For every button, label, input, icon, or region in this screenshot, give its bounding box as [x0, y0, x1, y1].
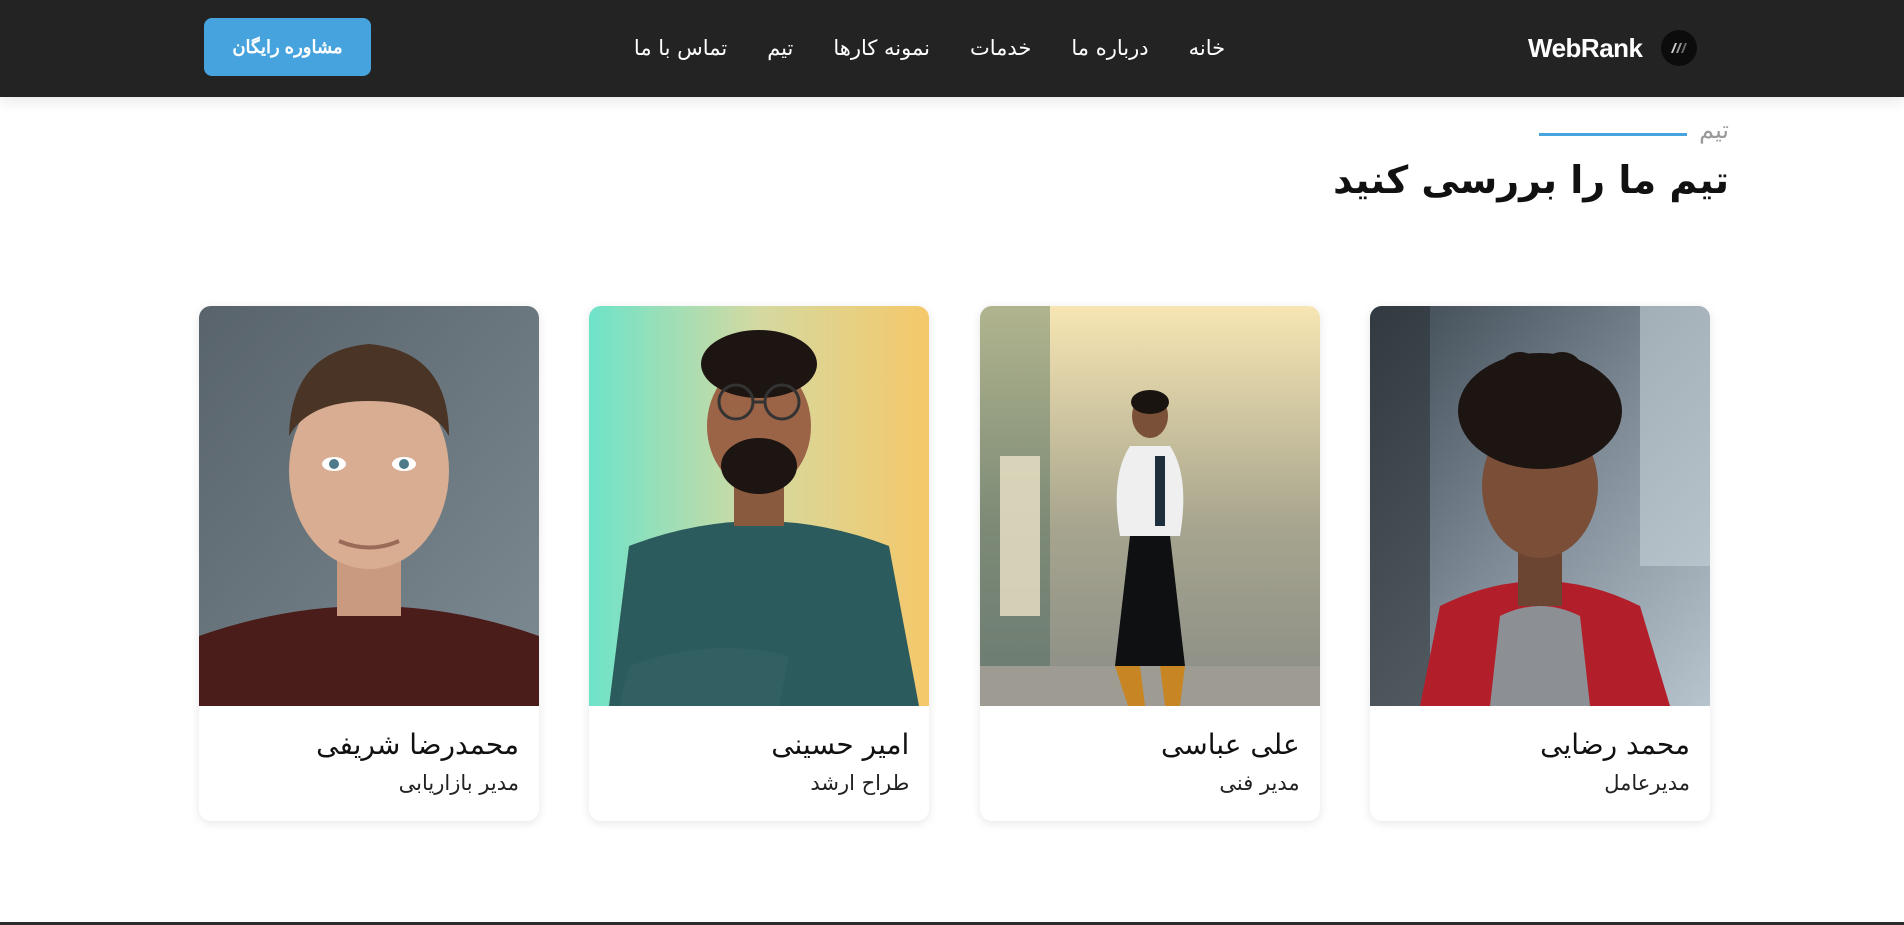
- team-card[interactable]: محمدرضا شریفی مدیر بازاریابی: [199, 306, 539, 821]
- member-role: طراح ارشد: [810, 771, 910, 795]
- member-role: مدیرعامل: [1604, 771, 1690, 795]
- section-eyebrow: تیم: [1539, 116, 1729, 144]
- member-info: محمد رضایی مدیرعامل: [1370, 706, 1710, 795]
- brand-logo-icon: [1660, 30, 1697, 66]
- member-info: محمدرضا شریفی مدیر بازاریابی: [199, 706, 539, 795]
- member-name: علی عباسی: [1160, 728, 1300, 761]
- member-info: امیر حسینی طراح ارشد: [589, 706, 929, 795]
- member-photo: [979, 306, 1320, 706]
- top-navbar: خانه درباره ما خدمات نمونه کارها تیم تما…: [0, 0, 1904, 97]
- member-name: امیر حسینی: [771, 728, 910, 761]
- brand[interactable]: WebRank: [1528, 28, 1697, 68]
- nav-item-team[interactable]: تیم: [767, 36, 793, 60]
- eyebrow-text: تیم: [1699, 116, 1729, 144]
- member-role: مدیر فنی: [1219, 771, 1300, 795]
- team-cards: محمد رضایی مدیرعامل علی عباسی مدیر فنی ا…: [199, 306, 1710, 821]
- member-info: علی عباسی مدیر فنی: [980, 706, 1320, 795]
- member-role: مدیر بازاریابی: [398, 771, 519, 795]
- member-photo: [1369, 306, 1710, 706]
- brand-name: WebRank: [1528, 32, 1643, 63]
- team-card[interactable]: علی عباسی مدیر فنی: [979, 306, 1320, 821]
- team-card[interactable]: محمد رضایی مدیرعامل: [1369, 306, 1710, 821]
- member-photo: [199, 306, 539, 706]
- nav-item-contact[interactable]: تماس با ما: [634, 36, 727, 60]
- nav-item-portfolio[interactable]: نمونه کارها: [833, 36, 930, 60]
- member-name: محمد رضایی: [1540, 728, 1690, 761]
- nav-item-home[interactable]: خانه: [1189, 36, 1225, 60]
- team-card[interactable]: امیر حسینی طراح ارشد: [589, 306, 930, 821]
- member-name: محمدرضا شریفی: [316, 728, 519, 761]
- eyebrow-divider: [1539, 132, 1688, 136]
- section-title: تیم ما را بررسی کنید: [1333, 158, 1729, 202]
- member-photo: [589, 306, 930, 706]
- nav-item-about[interactable]: درباره ما: [1071, 36, 1148, 60]
- free-consultation-button[interactable]: مشاوره رایگان: [204, 18, 371, 76]
- nav-item-services[interactable]: خدمات: [970, 36, 1031, 60]
